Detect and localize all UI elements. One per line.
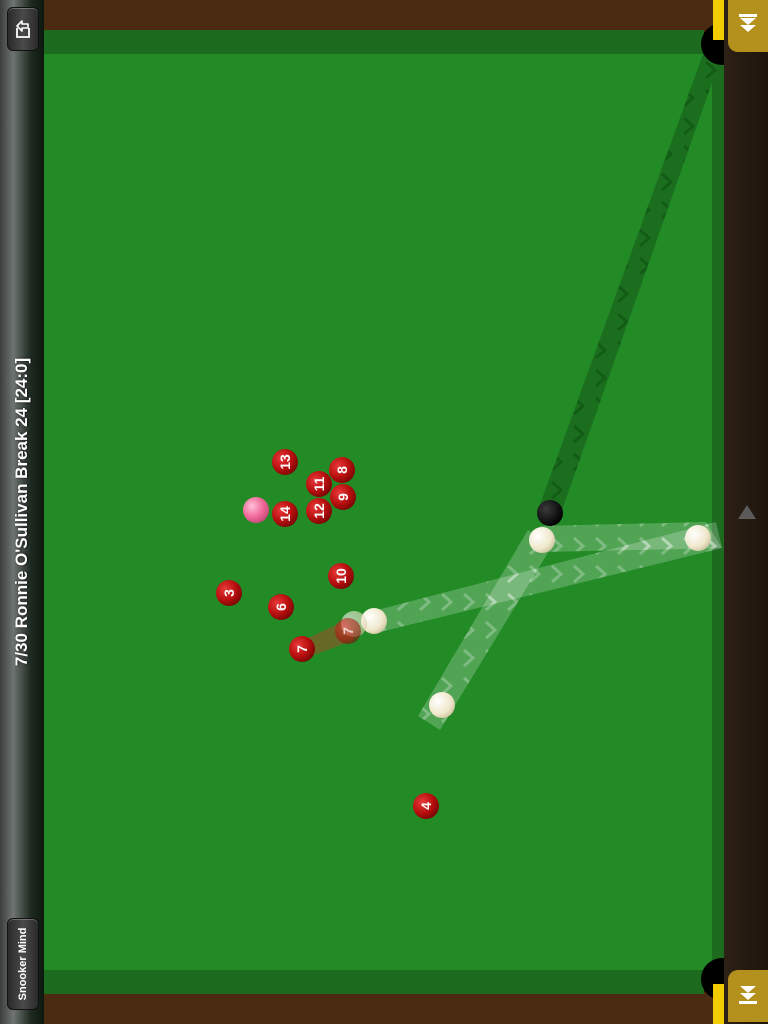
rewind-icon [737,982,759,1011]
red-ball: 13 [272,449,298,475]
rail-accent-bottom [713,984,724,1024]
table-bottom-rail [44,992,724,1024]
red-ball: 3 [216,580,242,606]
red-ball-number: 11 [311,476,327,491]
red-ball: 8 [329,457,355,483]
previous-shot-button[interactable] [728,970,768,1022]
red-ball: 10 [328,563,354,589]
table-cloth [44,54,712,970]
table-top-rail [44,0,724,32]
snooker-table: 7 13 8 11 9 14 12 10 3 6 7 4 [44,0,743,1024]
red-ball: 6 [268,594,294,620]
red-ball-number: 13 [277,454,293,470]
red-ball-number: 9 [335,493,351,501]
red-ball: 12 [306,498,332,524]
red-ball: 9 [330,484,356,510]
red-ball-number: 6 [273,603,289,611]
next-shot-button[interactable] [728,0,768,52]
red-ball: 7 [289,636,315,662]
red-ball-number: 12 [311,503,327,519]
cue-ball-ghost [685,525,711,551]
pink-ball [243,497,269,523]
rail-accent-top [713,0,724,40]
cushion-top [44,30,704,54]
triangle-up-icon[interactable] [738,505,756,519]
snooker-app: 7/30 Ronnie O'Sullivan Break 24 [24:0] S… [0,0,768,1024]
black-ball [537,500,563,526]
red-ball-number: 8 [334,466,350,474]
cushion-bottom [44,970,704,994]
red-ball-number: 10 [333,568,349,584]
red-ball: 14 [272,501,298,527]
red-ball: 4 [413,793,439,819]
cue-ball-ghost [529,527,555,553]
red-ball-ghost-number: 7 [340,627,356,635]
red-ball-number: 4 [418,802,434,810]
red-ball: 11 [306,471,332,497]
red-ball-number: 14 [277,506,293,522]
fast-forward-icon [737,12,759,41]
red-ball-ghost: 7 [335,618,361,644]
cue-ball-ghost [429,692,455,718]
red-ball-number: 7 [294,645,310,653]
red-ball-number: 3 [221,589,237,597]
